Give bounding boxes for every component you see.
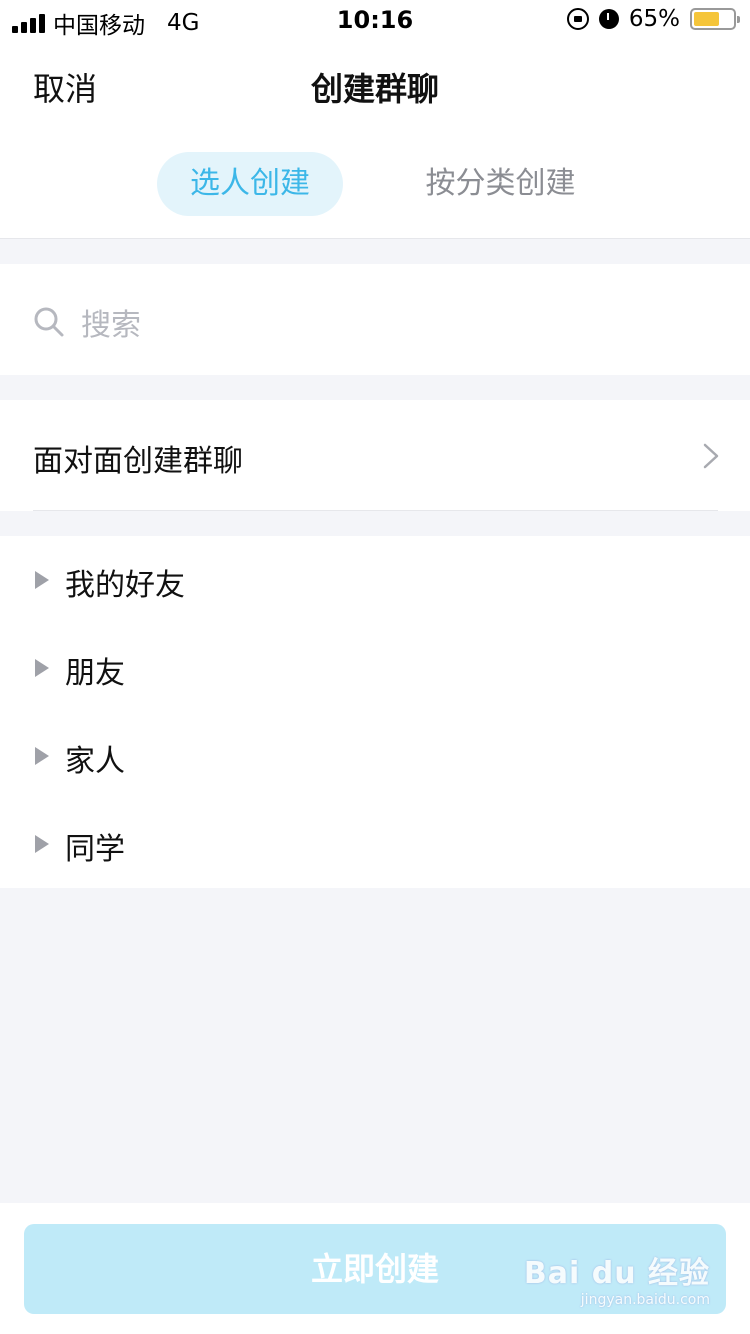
friend-group-list: 我的好友 朋友 家人 同学 [0, 536, 750, 888]
chevron-right-icon [703, 443, 719, 469]
alarm-icon [598, 9, 619, 29]
page-title: 创建群聊 [310, 70, 439, 108]
screen: 中国移动 4G 10:16 65% 取消 创建群聊 选人创建 按分类创建 搜索 … [0, 0, 750, 1334]
group-row-my-friends[interactable]: 我的好友 [0, 536, 750, 624]
watermark-main: Bai du 经验 [523, 1256, 710, 1291]
group-row-friends[interactable]: 朋友 [0, 624, 750, 712]
status-right: 65% [566, 6, 740, 32]
group-row-family[interactable]: 家人 [0, 712, 750, 800]
nav-bar: 取消 创建群聊 [0, 40, 750, 128]
group-label: 我的好友 [65, 568, 185, 603]
group-label: 家人 [65, 744, 125, 779]
rotation-lock-icon [566, 8, 589, 30]
status-bar: 中国移动 4G 10:16 65% [0, 0, 750, 40]
divider [33, 510, 718, 511]
group-label: 朋友 [65, 656, 125, 691]
search-placeholder: 搜索 [81, 308, 141, 343]
expand-triangle-icon [35, 571, 49, 589]
expand-triangle-icon [35, 659, 49, 677]
create-mode-tabs: 选人创建 按分类创建 [0, 128, 750, 239]
battery-fill [694, 12, 719, 26]
battery-icon [690, 8, 740, 30]
battery-percent: 65% [628, 6, 680, 32]
expand-triangle-icon [35, 747, 49, 765]
tab-by-category[interactable]: 按分类创建 [398, 152, 603, 216]
search-input[interactable]: 搜索 [0, 264, 750, 375]
group-label: 同学 [65, 832, 125, 867]
tab-select-people[interactable]: 选人创建 [157, 152, 343, 216]
face-to-face-create-row[interactable]: 面对面创建群聊 [0, 400, 750, 511]
face-to-face-label: 面对面创建群聊 [33, 444, 243, 479]
group-row-classmates[interactable]: 同学 [0, 800, 750, 888]
expand-triangle-icon [35, 835, 49, 853]
baidu-watermark-logo: Bai du 经验 jingyan.baidu.com [524, 1248, 710, 1308]
search-icon [34, 307, 64, 337]
watermark-sub: jingyan.baidu.com [580, 1292, 710, 1308]
